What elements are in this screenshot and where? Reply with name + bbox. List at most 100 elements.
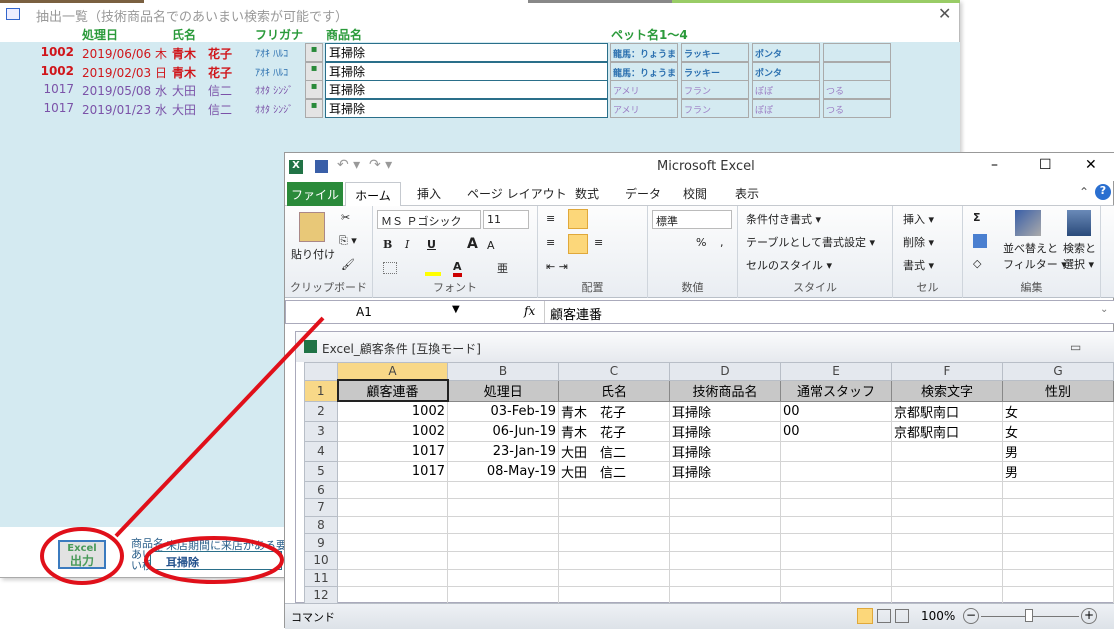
find-select-button-line2[interactable]: 選択 ▾ — [1063, 256, 1094, 272]
cell-styles-button[interactable]: セルのスタイル ▾ — [746, 257, 832, 273]
row-header[interactable]: 4 — [304, 440, 338, 462]
name-box[interactable]: A1 — [356, 305, 372, 319]
tab-home[interactable]: ホーム — [345, 182, 401, 207]
tab-view[interactable]: 表示 — [735, 185, 759, 202]
cell[interactable]: 耳掃除 — [669, 400, 781, 422]
cell[interactable]: 大田 信二 — [558, 460, 670, 482]
cell[interactable] — [780, 498, 892, 517]
delete-cells-button[interactable]: 削除 ▾ — [903, 234, 934, 250]
cell[interactable] — [558, 568, 670, 588]
ribbon-minimize-icon[interactable]: ⌃ — [1079, 185, 1089, 199]
excel-close-button[interactable]: ✕ — [1085, 157, 1097, 173]
product-name-field[interactable]: 耳掃除 — [325, 99, 608, 119]
row-header[interactable]: 10 — [304, 550, 338, 570]
cell[interactable] — [558, 586, 670, 605]
cell[interactable] — [1002, 480, 1114, 500]
excel-export-button[interactable]: Excel 出力 — [58, 540, 106, 569]
page-layout-view-button[interactable] — [877, 609, 891, 623]
cell[interactable]: 京都駅南口 — [891, 420, 1003, 442]
workbook-minimize-button[interactable]: ▭ — [1070, 340, 1081, 354]
row-header[interactable]: 2 — [304, 400, 338, 422]
cell[interactable] — [780, 550, 892, 570]
cell[interactable]: 女 — [1002, 400, 1114, 422]
cell[interactable] — [447, 498, 559, 517]
row-header[interactable]: 1 — [304, 379, 338, 402]
cell[interactable] — [1002, 568, 1114, 588]
page-break-view-button[interactable] — [895, 609, 909, 623]
row-header[interactable]: 12 — [304, 586, 338, 605]
cell[interactable] — [780, 568, 892, 588]
autosum-button[interactable]: Σ — [973, 211, 981, 224]
tab-review[interactable]: 校閲 — [683, 185, 707, 202]
column-header[interactable]: E — [780, 362, 892, 381]
row-detail-button[interactable]: ▪ — [305, 99, 323, 119]
cell[interactable] — [891, 480, 1003, 500]
row-detail-button[interactable]: ▪ — [305, 61, 323, 81]
cell[interactable] — [891, 498, 1003, 517]
cell[interactable] — [447, 568, 559, 588]
cell[interactable]: 男 — [1002, 440, 1114, 462]
cell[interactable] — [337, 586, 448, 605]
cell[interactable] — [1002, 533, 1114, 552]
cell[interactable] — [1002, 498, 1114, 517]
cell[interactable] — [447, 515, 559, 535]
cell[interactable] — [558, 480, 670, 500]
zoom-in-button[interactable]: + — [1081, 608, 1097, 624]
column-header[interactable]: D — [669, 362, 781, 381]
row-header[interactable]: 6 — [304, 480, 338, 500]
cell[interactable] — [447, 586, 559, 605]
row-header[interactable]: 7 — [304, 498, 338, 517]
row-header[interactable]: 8 — [304, 515, 338, 535]
cell[interactable] — [669, 480, 781, 500]
cell[interactable] — [447, 480, 559, 500]
font-size-select[interactable]: 11 — [483, 210, 529, 229]
column-header[interactable]: G — [1002, 362, 1114, 381]
bold-button[interactable]: B — [383, 238, 392, 251]
cell[interactable] — [891, 460, 1003, 482]
name-box-dropdown-icon[interactable]: ▼ — [452, 304, 460, 315]
cell[interactable]: 1002 — [337, 400, 448, 422]
format-painter-icon[interactable]: 🖌 — [341, 258, 355, 271]
cell[interactable] — [337, 568, 448, 588]
sort-filter-button[interactable]: 並べ替えと — [1003, 240, 1058, 256]
formula-input[interactable]: 顧客連番 — [550, 304, 602, 323]
cell[interactable]: 顧客連番 — [336, 379, 449, 403]
format-cells-button[interactable]: 書式 ▾ — [903, 257, 934, 273]
redo-icon[interactable]: ↷ ▾ — [369, 157, 392, 173]
percent-button[interactable]: % — [696, 236, 706, 249]
cell[interactable] — [780, 480, 892, 500]
fill-icon[interactable] — [973, 234, 987, 248]
tab-formulas[interactable]: 数式 — [575, 185, 599, 202]
zoom-slider-thumb[interactable] — [1025, 609, 1033, 622]
expand-formula-icon[interactable]: ⌄ — [1100, 304, 1108, 315]
product-name-field[interactable]: 耳掃除 — [325, 43, 608, 62]
borders-icon[interactable] — [383, 262, 397, 274]
tab-insert[interactable]: 挿入 — [417, 185, 441, 202]
cell[interactable]: 1017 — [337, 460, 448, 482]
cell[interactable] — [780, 440, 892, 462]
cell[interactable] — [447, 533, 559, 552]
cell[interactable] — [1002, 586, 1114, 605]
phonetic-icon[interactable]: 亜 — [497, 260, 508, 276]
cell[interactable] — [1002, 550, 1114, 570]
sort-filter-button-line2[interactable]: フィルター ▾ — [1003, 256, 1067, 272]
column-header[interactable]: A — [337, 362, 448, 381]
tab-file[interactable]: ファイル — [287, 182, 343, 206]
cell[interactable] — [669, 498, 781, 517]
minimize-button[interactable]: – — [991, 157, 998, 173]
align-top-icon[interactable]: ≡ — [546, 212, 555, 225]
row-header[interactable]: 5 — [304, 460, 338, 482]
cell[interactable]: 06-Jun-19 — [447, 420, 559, 442]
cell[interactable]: 23-Jan-19 — [447, 440, 559, 462]
normal-view-button[interactable] — [857, 608, 873, 624]
cell[interactable] — [891, 586, 1003, 605]
paste-icon[interactable] — [299, 212, 325, 242]
font-name-select[interactable]: ＭＳ Ｐゴシック — [377, 210, 481, 229]
cell[interactable]: 男 — [1002, 460, 1114, 482]
cut-icon[interactable]: ✂ — [341, 211, 350, 224]
cell[interactable] — [780, 515, 892, 535]
cell[interactable]: 通常スタッフ — [780, 379, 892, 402]
column-header[interactable]: F — [891, 362, 1003, 381]
undo-icon[interactable]: ↶ ▾ — [337, 157, 360, 173]
spreadsheet-grid[interactable]: A B C D E F G 1 顧客連番 処理日 氏名 技術商品名 通常スタッフ 検索文字 性別 2 1002 0… — [304, 362, 1114, 623]
